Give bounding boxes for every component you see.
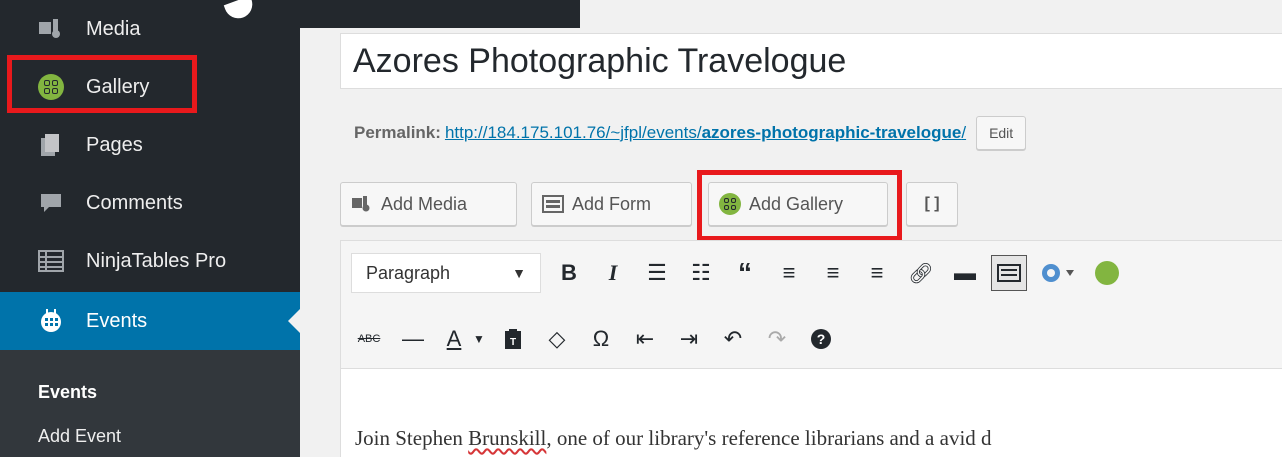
permalink-row: Permalink: http://184.175.101.76/~jfpl/e… [354,116,1027,150]
dropdown-arrow-icon: ▼ [512,265,526,281]
content-editor: Paragraph ▼ B I ☰ ☷ “ ≡ ≡ ≡ 🔗︎ ▬ ABC — A… [340,240,1282,457]
sidebar-item-pages[interactable]: Pages [0,116,300,174]
events-submenu: Events Add Event [0,350,300,457]
permalink-label: Permalink: [354,123,441,142]
sidebar-item-comments[interactable]: Comments [0,174,300,232]
align-right-icon[interactable]: ≡ [859,255,895,291]
misspelled-word: Brunskill [468,426,547,450]
clear-formatting-icon[interactable]: ◇ [539,321,575,357]
submenu-item-events[interactable]: Events [38,382,97,403]
special-character-icon[interactable]: Ω [583,321,619,357]
top-toolbar [300,0,580,28]
gallery-icon[interactable] [1089,255,1125,291]
add-media-button[interactable]: Add Media [340,182,517,226]
toolbar-row-1: Paragraph ▼ B I ☰ ☷ “ ≡ ≡ ≡ 🔗︎ ▬ [351,251,1125,295]
toolbar-row-2: ABC — A ▼ T ◇ Ω ⇤ ⇥ ↶ ↷ ? [351,317,839,361]
strikethrough-icon[interactable]: ABC [351,321,387,357]
submenu-item-add-event[interactable]: Add Event [38,426,121,447]
table-icon [38,248,64,274]
horizontal-line-icon[interactable]: — [395,321,431,357]
post-title-input[interactable]: Azores Photographic Travelogue [340,33,1282,89]
admin-sidebar: Media Gallery Pages Comments NinjaTables [0,0,300,457]
chevron-down-icon[interactable]: ▼ [471,321,487,357]
text-color-icon[interactable]: A [439,321,469,357]
numbered-list-icon[interactable]: ☷ [683,255,719,291]
permalink-edit-button[interactable]: Edit [976,116,1027,150]
sidebar-item-media[interactable]: Media [0,0,300,58]
redo-icon[interactable]: ↷ [759,321,795,357]
editor-body-text[interactable]: Join Stephen Brunskill, one of our libra… [355,426,992,451]
align-left-icon[interactable]: ≡ [771,255,807,291]
permalink-link[interactable]: http://184.175.101.76/~jfpl/events/azore… [445,123,966,143]
sidebar-item-events[interactable]: Events [0,292,300,350]
italic-icon[interactable]: I [595,255,631,291]
add-form-button[interactable]: Add Form [531,182,692,226]
align-center-icon[interactable]: ≡ [815,255,851,291]
gallery-icon [38,74,64,100]
help-icon[interactable]: ? [803,321,839,357]
undo-icon[interactable]: ↶ [715,321,751,357]
calendar-icon [38,308,64,334]
format-select[interactable]: Paragraph ▼ [351,253,541,293]
comments-icon [38,190,64,216]
add-gallery-button[interactable]: Add Gallery [708,182,888,226]
paste-text-icon[interactable]: T [495,321,531,357]
read-more-icon[interactable]: ▬ [947,255,983,291]
editor-toolbar: Paragraph ▼ B I ☰ ☷ “ ≡ ≡ ≡ 🔗︎ ▬ ABC — A… [341,241,1282,369]
screen: Media Gallery Pages Comments NinjaTables [0,0,1282,457]
sidebar-item-gallery[interactable]: Gallery [0,58,300,116]
link-icon[interactable]: 🔗︎ [903,255,939,291]
bullet-list-icon[interactable]: ☰ [639,255,675,291]
outdent-icon[interactable]: ⇤ [627,321,663,357]
shortcode-button[interactable]: [ ] [906,182,958,226]
blockquote-icon[interactable]: “ [727,255,763,291]
media-icon [351,194,373,214]
pages-icon [38,132,64,158]
indent-icon[interactable]: ⇥ [671,321,707,357]
bold-icon[interactable]: B [551,255,587,291]
sidebar-item-ninjatables[interactable]: NinjaTables Pro [0,232,300,290]
svg-text:T: T [510,337,516,348]
media-icon [38,16,64,42]
form-icon [542,194,564,214]
settings-gear-icon[interactable] [1035,255,1081,291]
gallery-icon [719,193,741,215]
toolbar-toggle-icon[interactable] [991,255,1027,291]
active-indicator [288,309,300,333]
